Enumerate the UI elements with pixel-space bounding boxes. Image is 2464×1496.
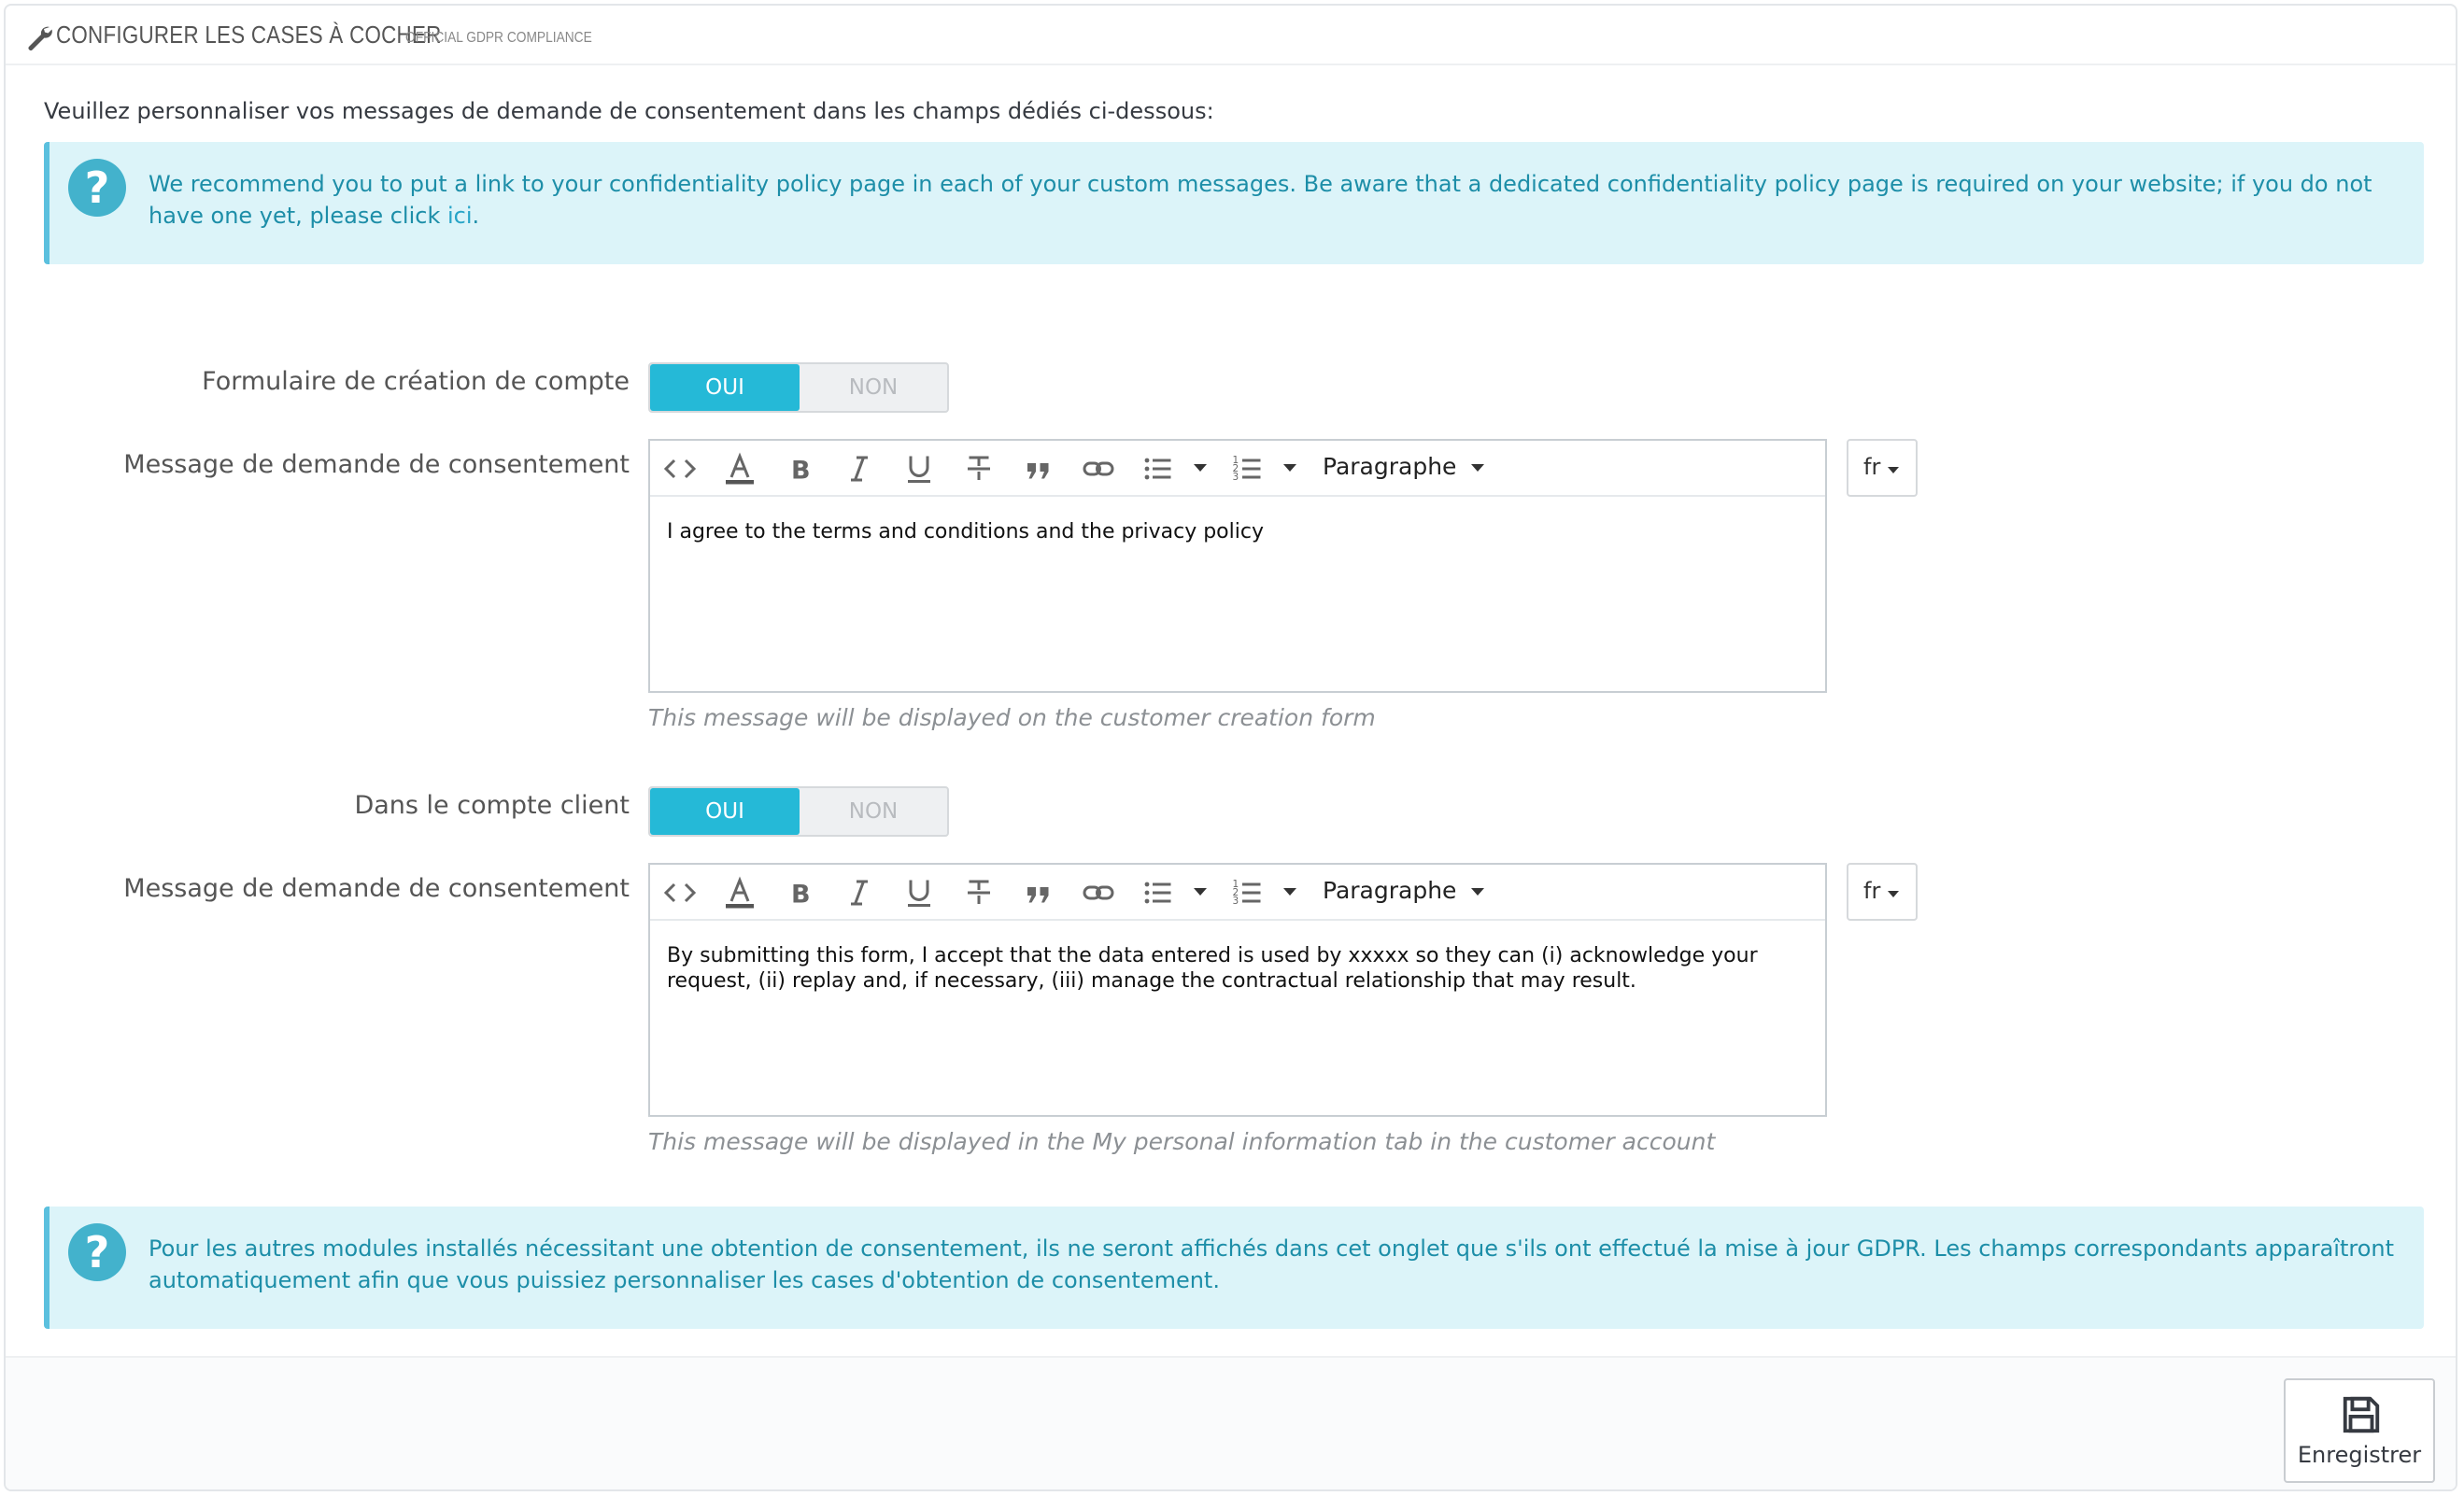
- language-select-button[interactable]: fr: [1847, 439, 1918, 497]
- bold-icon[interactable]: B: [781, 450, 818, 487]
- language-label: fr: [1863, 878, 1881, 904]
- info-alert-other-modules: ? Pour les autres modules installés néce…: [44, 1207, 2424, 1329]
- strikethrough-icon[interactable]: [960, 874, 998, 911]
- help-text: This message will be displayed on the cu…: [648, 704, 1376, 731]
- account-creation-toggle[interactable]: OUI NON: [648, 362, 949, 413]
- customer-account-label: Dans le compte client: [354, 791, 630, 820]
- consent-message-label: Message de demande de consentement: [123, 874, 630, 903]
- paragraph-format-select[interactable]: Paragraphe: [1323, 453, 1485, 480]
- consent-message-editor-1[interactable]: B 123 Paragraphe I agree to the terms an…: [648, 439, 1827, 693]
- code-view-icon[interactable]: [661, 450, 699, 487]
- underline-icon[interactable]: [900, 874, 938, 911]
- italic-icon[interactable]: [841, 450, 878, 487]
- policy-page-link[interactable]: ici: [447, 203, 473, 229]
- underline-icon[interactable]: [900, 450, 938, 487]
- customer-account-toggle[interactable]: OUI NON: [648, 786, 949, 837]
- help-text: This message will be displayed in the My…: [648, 1128, 1716, 1155]
- save-button[interactable]: Enregistrer: [2284, 1378, 2435, 1483]
- panel-subtitle: OFFICIAL GDPR COMPLIANCE: [405, 30, 592, 46]
- question-circle-icon: ?: [68, 159, 126, 217]
- svg-text:3: 3: [1233, 472, 1239, 483]
- paragraph-format-select[interactable]: Paragraphe: [1323, 877, 1485, 904]
- intro-text: Veuillez personnaliser vos messages de d…: [44, 98, 1214, 124]
- numbered-list-icon[interactable]: 123: [1229, 450, 1267, 487]
- code-view-icon[interactable]: [661, 874, 699, 911]
- svg-text:B: B: [791, 881, 811, 910]
- numbered-list-dropdown-icon[interactable]: [1283, 888, 1296, 896]
- wrench-icon: [28, 26, 52, 50]
- language-label: fr: [1863, 454, 1881, 480]
- chevron-down-icon: [1888, 467, 1899, 473]
- alert-other-modules-text: Pour les autres modules installés nécess…: [149, 1235, 2395, 1293]
- toggle-oui-option[interactable]: OUI: [650, 788, 800, 835]
- italic-icon[interactable]: [841, 874, 878, 911]
- alert-policy-suffix: .: [472, 203, 480, 229]
- chevron-down-icon: [1888, 891, 1899, 897]
- numbered-list-dropdown-icon[interactable]: [1283, 464, 1296, 472]
- account-creation-form-label: Formulaire de création de compte: [202, 367, 630, 396]
- numbered-list-icon[interactable]: 123: [1229, 874, 1267, 911]
- editor-content[interactable]: By submitting this form, I accept that t…: [667, 943, 1806, 994]
- editor-toolbar: B 123 Paragraphe: [650, 865, 1825, 921]
- panel-heading: CONFIGURER LES CASES À COCHER OFFICIAL G…: [6, 6, 2456, 65]
- bullet-list-icon[interactable]: [1140, 450, 1177, 487]
- paragraph-format-label: Paragraphe: [1323, 453, 1457, 480]
- bullet-list-dropdown-icon[interactable]: [1194, 888, 1207, 896]
- link-icon[interactable]: [1080, 450, 1117, 487]
- editor-content[interactable]: I agree to the terms and conditions and …: [667, 519, 1806, 544]
- consent-message-editor-2[interactable]: B 123 Paragraphe By submitting this form…: [648, 863, 1827, 1117]
- panel-footer: Enregistrer: [6, 1356, 2456, 1489]
- alert-policy-text: We recommend you to put a link to your c…: [149, 168, 2409, 232]
- paragraph-format-label: Paragraphe: [1323, 877, 1457, 904]
- blockquote-icon[interactable]: [1020, 450, 1057, 487]
- toggle-oui-option[interactable]: OUI: [650, 364, 800, 411]
- strikethrough-icon[interactable]: [960, 450, 998, 487]
- text-color-icon[interactable]: [721, 450, 758, 487]
- consent-message-label: Message de demande de consentement: [123, 450, 630, 479]
- svg-text:B: B: [791, 457, 811, 486]
- toggle-non-option[interactable]: NON: [800, 364, 947, 411]
- panel-title: CONFIGURER LES CASES À COCHER: [56, 21, 442, 49]
- language-select-button[interactable]: fr: [1847, 863, 1918, 921]
- editor-toolbar: B 123 Paragraphe: [650, 441, 1825, 497]
- blockquote-icon[interactable]: [1020, 874, 1057, 911]
- svg-text:3: 3: [1233, 896, 1239, 907]
- info-alert-policy: ? We recommend you to put a link to your…: [44, 142, 2424, 264]
- question-circle-icon: ?: [68, 1223, 126, 1281]
- alert-policy-message: We recommend you to put a link to your c…: [149, 171, 2372, 229]
- toggle-non-option[interactable]: NON: [800, 788, 947, 835]
- floppy-disk-icon: [2343, 1396, 2380, 1433]
- text-color-icon[interactable]: [721, 874, 758, 911]
- chevron-down-icon: [1471, 464, 1485, 472]
- chevron-down-icon: [1471, 888, 1485, 896]
- gdpr-checkbox-config-panel: CONFIGURER LES CASES À COCHER OFFICIAL G…: [4, 4, 2457, 1491]
- bullet-list-icon[interactable]: [1140, 874, 1177, 911]
- save-button-label: Enregistrer: [2297, 1442, 2422, 1468]
- bullet-list-dropdown-icon[interactable]: [1194, 464, 1207, 472]
- bold-icon[interactable]: B: [781, 874, 818, 911]
- link-icon[interactable]: [1080, 874, 1117, 911]
